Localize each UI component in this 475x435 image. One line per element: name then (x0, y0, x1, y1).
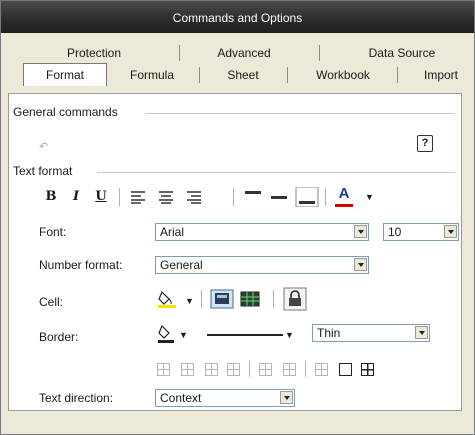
section-divider (97, 172, 455, 173)
tab-workbook[interactable]: Workbook (303, 65, 383, 85)
toolbar-separator (305, 361, 306, 377)
vertical-align-group (245, 187, 319, 207)
border-buttons-row (155, 361, 431, 379)
tab-sheet[interactable]: Sheet (213, 65, 273, 85)
align-buttons-group (131, 191, 201, 204)
align-middle-icon[interactable] (271, 196, 287, 199)
italic-button[interactable]: I (69, 187, 83, 207)
font-size-select[interactable]: 10 (383, 223, 459, 241)
chevron-down-icon[interactable] (280, 391, 293, 404)
cell-grid-icon[interactable] (240, 291, 260, 307)
chevron-down-icon[interactable] (354, 258, 367, 271)
toolbar-separator (249, 361, 250, 377)
tab-advanced[interactable]: Advanced (201, 43, 287, 63)
tab-data-source[interactable]: Data Source (353, 43, 451, 63)
number-format-select[interactable]: General (155, 256, 369, 274)
tab-format[interactable]: Format (23, 63, 107, 86)
font-color-swatch (335, 204, 353, 207)
fill-color-icon[interactable] (157, 289, 177, 309)
tab-divider (179, 45, 180, 61)
tab-row-1: Protection Advanced Data Source (1, 43, 474, 63)
toolbar-separator (325, 188, 326, 206)
tab-row-2: Format Formula Sheet Workbook Import (1, 63, 474, 86)
window-title: Commands and Options (172, 11, 303, 25)
font-name-value: Arial (160, 225, 185, 239)
chevron-down-icon[interactable]: ▼ (179, 330, 188, 340)
general-commands-heading: General commands (13, 105, 118, 119)
border-none-icon[interactable] (315, 363, 328, 376)
align-top-icon[interactable] (245, 191, 261, 194)
cell-style-buttons (210, 289, 260, 309)
toolbar-separator (233, 188, 234, 206)
border-color-icon[interactable] (157, 324, 177, 344)
border-inner-icon[interactable] (259, 363, 272, 376)
align-right-icon[interactable] (187, 191, 201, 204)
align-center-icon[interactable] (159, 191, 173, 204)
toolbar-separator (201, 290, 202, 308)
tab-divider (199, 67, 200, 83)
border-mixed-icon[interactable] (283, 363, 296, 376)
font-size-value: 10 (388, 225, 402, 239)
border-style-line[interactable] (207, 334, 283, 336)
toolbar-separator (119, 188, 120, 206)
font-color-icon[interactable]: A (335, 184, 353, 204)
text-direction-select[interactable]: Context (155, 389, 295, 407)
font-name-select[interactable]: Arial (155, 223, 369, 241)
align-bottom-icon[interactable] (295, 187, 319, 207)
underline-button[interactable]: U (93, 187, 109, 207)
commands-options-window: Commands and Options Protection Advanced… (0, 0, 475, 435)
tab-import[interactable]: Import (411, 65, 471, 85)
tab-divider (397, 67, 398, 83)
border-weight-select[interactable]: Thin (312, 324, 430, 342)
border-inside-horizontal-icon[interactable] (157, 363, 170, 376)
border-all-icon[interactable] (361, 363, 374, 376)
number-format-value: General (160, 258, 203, 272)
cell-label: Cell: (39, 295, 64, 309)
bold-button[interactable]: B (43, 187, 59, 207)
title-bar: Commands and Options (1, 1, 474, 33)
undo-icon[interactable]: ↶ (39, 140, 48, 153)
tab-divider (319, 45, 320, 61)
tab-divider (287, 67, 288, 83)
cell-shading-icon[interactable] (210, 289, 234, 309)
border-bottom-icon[interactable] (181, 363, 194, 376)
align-left-icon[interactable] (131, 191, 145, 204)
text-direction-label: Text direction: (39, 391, 114, 405)
chevron-down-icon[interactable]: ▼ (285, 330, 294, 340)
tab-protection[interactable]: Protection (49, 43, 139, 63)
chevron-down-icon[interactable] (444, 225, 457, 238)
border-weight-value: Thin (317, 326, 341, 340)
help-icon[interactable]: ? (417, 135, 433, 152)
section-divider (145, 113, 455, 114)
lock-icon[interactable] (283, 287, 307, 311)
chevron-down-icon[interactable]: ▼ (185, 296, 194, 306)
border-label: Border: (39, 330, 79, 344)
text-direction-value: Context (160, 391, 202, 405)
chevron-down-icon[interactable] (415, 326, 428, 339)
border-left-right-icon[interactable] (227, 363, 240, 376)
toolbar-separator (273, 290, 274, 308)
text-format-heading: Text format (13, 164, 73, 178)
font-label: Font: (39, 225, 67, 239)
tab-formula[interactable]: Formula (117, 65, 187, 85)
number-format-label: Number format: (39, 258, 123, 272)
border-outside-icon[interactable] (339, 363, 352, 376)
border-inside-vertical-icon[interactable] (205, 363, 218, 376)
chevron-down-icon[interactable]: ▼ (365, 192, 374, 202)
chevron-down-icon[interactable] (354, 225, 367, 238)
